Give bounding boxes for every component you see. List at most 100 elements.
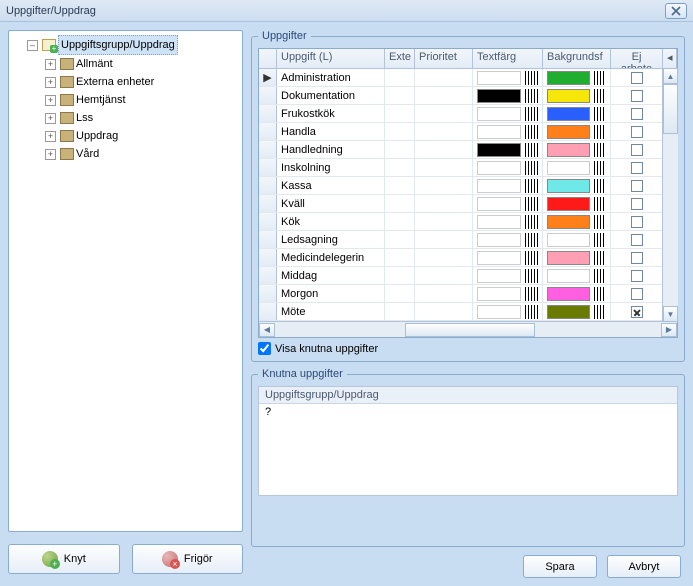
ej-arbete-checkbox[interactable]	[631, 72, 643, 84]
ej-arbete-checkbox[interactable]	[631, 216, 643, 228]
color-picker-icon[interactable]	[525, 125, 538, 139]
color-picker-icon[interactable]	[525, 269, 538, 283]
tree-item[interactable]: + Hemtjänst	[45, 91, 240, 109]
color-picker-icon[interactable]	[594, 215, 606, 229]
color-picker-icon[interactable]	[594, 107, 606, 121]
frigor-button[interactable]: Frigör	[132, 544, 244, 574]
table-row[interactable]: Kassa	[259, 177, 677, 195]
grid-header: Uppgift (L) Exte Prioritet Textfärg Bakg…	[259, 49, 677, 69]
color-picker-icon[interactable]	[525, 107, 538, 121]
ej-arbete-checkbox[interactable]	[631, 270, 643, 282]
color-picker-icon[interactable]	[594, 269, 606, 283]
scroll-up-icon[interactable]: ▲	[663, 68, 678, 84]
spara-button[interactable]: Spara	[523, 555, 597, 578]
tree-item[interactable]: + Uppdrag	[45, 127, 240, 145]
tree-panel: – + Uppgiftsgrupp/Uppdrag + Allmänt+ Ext…	[8, 30, 243, 532]
expand-icon[interactable]: +	[45, 95, 56, 106]
color-picker-icon[interactable]	[594, 305, 606, 319]
color-picker-icon[interactable]	[594, 287, 606, 301]
knutna-list[interactable]: Uppgiftsgrupp/Uppdrag ?	[258, 386, 678, 496]
titlebar: Uppgifter/Uppdrag	[0, 0, 693, 22]
col-textf[interactable]: Textfärg	[473, 49, 543, 68]
vertical-scrollbar[interactable]: ▲ ▼	[662, 68, 678, 322]
table-row[interactable]: Kök	[259, 213, 677, 231]
color-picker-icon[interactable]	[525, 287, 538, 301]
ej-arbete-checkbox[interactable]	[631, 252, 643, 264]
color-picker-icon[interactable]	[525, 251, 538, 265]
folder-icon	[60, 112, 74, 124]
color-picker-icon[interactable]	[525, 233, 538, 247]
col-ej[interactable]: Ej arbete	[611, 49, 663, 68]
ej-arbete-checkbox[interactable]	[631, 126, 643, 138]
col-exte[interactable]: Exte	[385, 49, 415, 68]
ej-arbete-checkbox[interactable]	[631, 306, 643, 318]
table-row[interactable]: ▶Administration	[259, 69, 677, 87]
tree-item[interactable]: + Externa enheter	[45, 73, 240, 91]
table-row[interactable]: Frukostkök	[259, 105, 677, 123]
color-picker-icon[interactable]	[525, 143, 538, 157]
expand-icon[interactable]: +	[45, 131, 56, 142]
color-picker-icon[interactable]	[525, 89, 538, 103]
color-picker-icon[interactable]	[594, 179, 606, 193]
expand-icon[interactable]: +	[45, 59, 56, 70]
color-picker-icon[interactable]	[525, 179, 538, 193]
table-row[interactable]: Handla	[259, 123, 677, 141]
color-picker-icon[interactable]	[594, 89, 606, 103]
tree-item[interactable]: + Allmänt	[45, 55, 240, 73]
col-bakf[interactable]: Bakgrundsf	[543, 49, 611, 68]
knyt-button[interactable]: Knyt	[8, 544, 120, 574]
knutna-legend: Knutna uppgifter	[258, 368, 347, 380]
color-picker-icon[interactable]	[594, 125, 606, 139]
expand-icon[interactable]: +	[45, 77, 56, 88]
ej-arbete-checkbox[interactable]	[631, 234, 643, 246]
close-button[interactable]	[665, 3, 687, 19]
color-picker-icon[interactable]	[594, 251, 606, 265]
tree-item[interactable]: + Vård	[45, 145, 240, 163]
table-row[interactable]: Möte	[259, 303, 677, 321]
table-row[interactable]: Dokumentation	[259, 87, 677, 105]
ej-arbete-checkbox[interactable]	[631, 198, 643, 210]
color-picker-icon[interactable]	[594, 197, 606, 211]
collapse-icon[interactable]: –	[27, 40, 38, 51]
color-picker-icon[interactable]	[525, 305, 538, 319]
avbryt-button[interactable]: Avbryt	[607, 555, 681, 578]
scroll-thumb[interactable]	[405, 323, 535, 337]
uppgifter-groupbox: Uppgifter Uppgift (L) Exte Prioritet Tex…	[251, 30, 685, 362]
uppgifter-grid[interactable]: Uppgift (L) Exte Prioritet Textfärg Bakg…	[258, 48, 678, 338]
ej-arbete-checkbox[interactable]	[631, 108, 643, 120]
link-remove-icon	[162, 551, 178, 567]
color-picker-icon[interactable]	[594, 143, 606, 157]
table-row[interactable]: Handledning	[259, 141, 677, 159]
col-prio[interactable]: Prioritet	[415, 49, 473, 68]
color-picker-icon[interactable]	[525, 161, 538, 175]
ej-arbete-checkbox[interactable]	[631, 90, 643, 102]
tree-root[interactable]: – + Uppgiftsgrupp/Uppdrag	[27, 35, 240, 55]
color-picker-icon[interactable]	[594, 71, 606, 85]
horizontal-scrollbar[interactable]: ◀ ▶	[259, 321, 677, 337]
expand-icon[interactable]: +	[45, 113, 56, 124]
folder-icon	[60, 130, 74, 142]
expand-icon[interactable]: +	[45, 149, 56, 160]
table-row[interactable]: Middag	[259, 267, 677, 285]
ej-arbete-checkbox[interactable]	[631, 288, 643, 300]
table-row[interactable]: Medicindelegerin	[259, 249, 677, 267]
table-row[interactable]: Inskolning	[259, 159, 677, 177]
table-row[interactable]: Kväll	[259, 195, 677, 213]
scroll-left-icon[interactable]: ◀	[259, 323, 275, 337]
scroll-down-icon[interactable]: ▼	[663, 306, 678, 322]
col-uppgift[interactable]: Uppgift (L)	[277, 49, 385, 68]
ej-arbete-checkbox[interactable]	[631, 144, 643, 156]
vscroll-thumb[interactable]	[663, 84, 678, 134]
ej-arbete-checkbox[interactable]	[631, 162, 643, 174]
table-row[interactable]: Morgon	[259, 285, 677, 303]
table-row[interactable]: Ledsagning	[259, 231, 677, 249]
color-picker-icon[interactable]	[594, 233, 606, 247]
scroll-right-icon[interactable]: ▶	[661, 323, 677, 337]
ej-arbete-checkbox[interactable]	[631, 180, 643, 192]
color-picker-icon[interactable]	[525, 215, 538, 229]
color-picker-icon[interactable]	[525, 197, 538, 211]
color-picker-icon[interactable]	[525, 71, 538, 85]
tree-item[interactable]: + Lss	[45, 109, 240, 127]
visa-knutna-checkbox[interactable]	[258, 342, 271, 355]
color-picker-icon[interactable]	[594, 161, 606, 175]
